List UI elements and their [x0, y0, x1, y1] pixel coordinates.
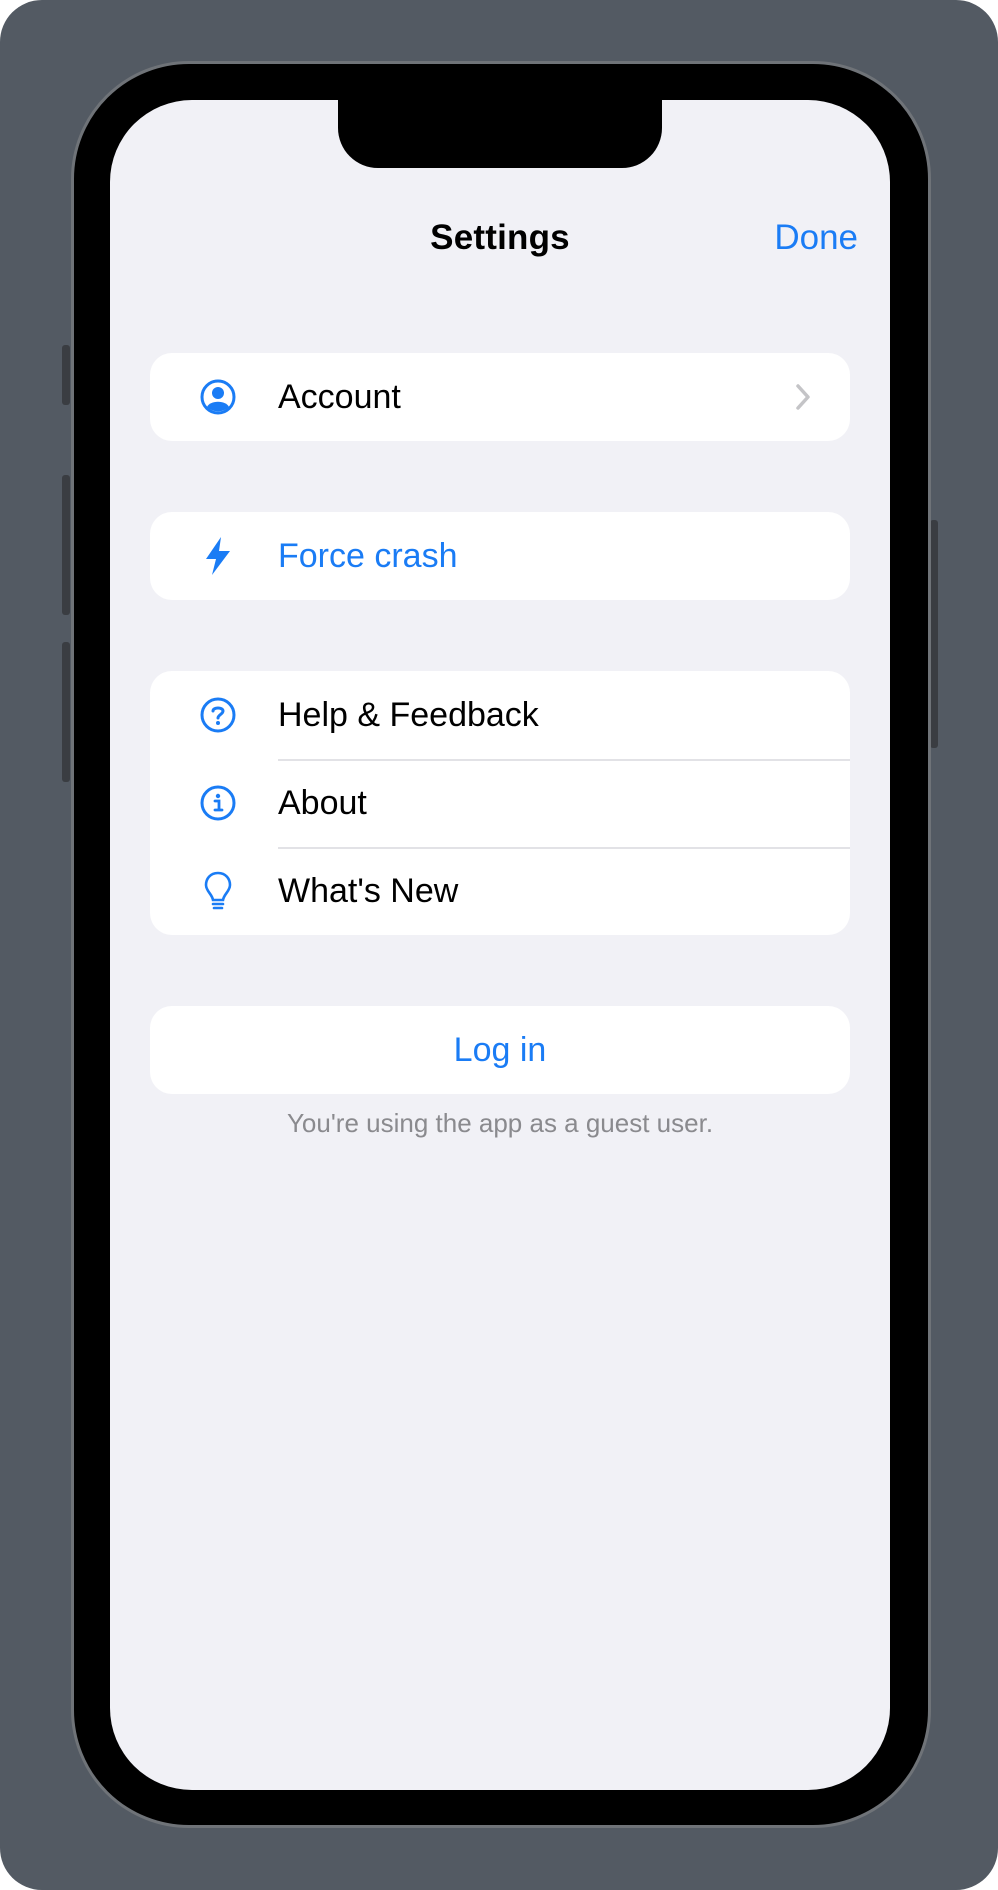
help-feedback-label: Help & Feedback: [278, 695, 539, 734]
about-row[interactable]: About: [150, 759, 850, 847]
person-circle-icon: [198, 377, 238, 417]
bolt-icon: [198, 536, 238, 576]
info-circle-icon: [198, 783, 238, 823]
whats-new-row[interactable]: What's New: [150, 847, 850, 935]
info-group: Help & Feedback About What's New: [150, 671, 850, 935]
login-group: Log in: [150, 1006, 850, 1094]
settings-screen: Settings Done Account Force crash Help &…: [110, 100, 890, 1790]
help-feedback-row[interactable]: Help & Feedback: [150, 671, 850, 759]
account-label: Account: [278, 377, 401, 416]
volume-up-button: [62, 475, 70, 615]
guest-user-note: You're using the app as a guest user.: [286, 1108, 714, 1138]
login-label: Log in: [453, 1030, 547, 1069]
about-label: About: [278, 783, 367, 822]
account-group: Account: [150, 353, 850, 441]
done-button[interactable]: Done: [774, 218, 858, 258]
account-row[interactable]: Account: [150, 353, 850, 441]
crash-group: Force crash: [150, 512, 850, 600]
login-button[interactable]: Log in: [150, 1006, 850, 1094]
whats-new-label: What's New: [278, 871, 459, 910]
device-frame: Settings Done Account Force crash Help &…: [0, 0, 998, 1890]
silent-switch: [62, 345, 70, 405]
lightbulb-icon: [198, 871, 238, 911]
notch: [338, 100, 662, 168]
page-title: Settings: [430, 218, 570, 257]
volume-down-button: [62, 642, 70, 782]
power-button: [930, 520, 938, 748]
force-crash-label: Force crash: [278, 536, 458, 575]
question-circle-icon: [198, 695, 238, 735]
chevron-right-icon: [794, 383, 812, 411]
force-crash-row[interactable]: Force crash: [150, 512, 850, 600]
